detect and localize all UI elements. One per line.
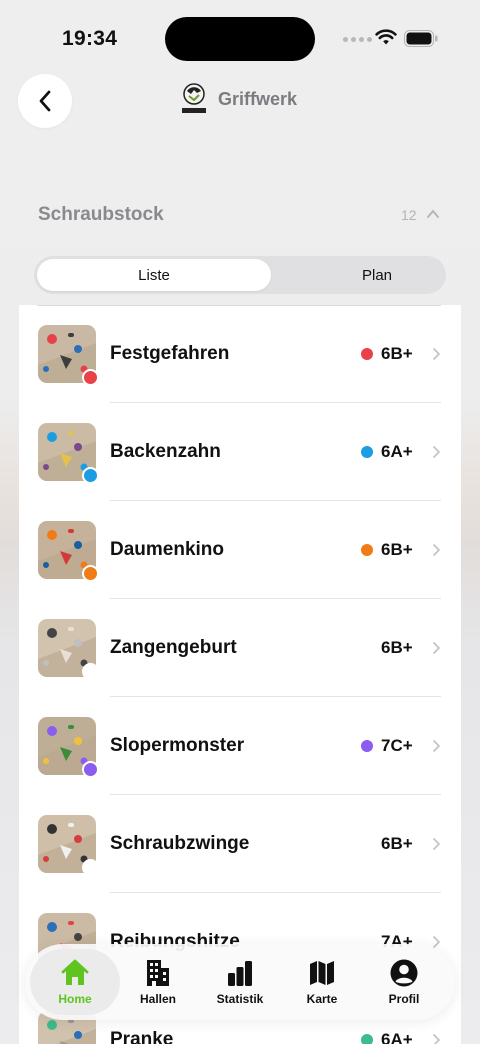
chevron-right-icon	[433, 348, 440, 360]
gym-brand: Griffwerk	[180, 82, 297, 116]
route-grade: 6A+	[381, 442, 413, 461]
tab-label: Profil	[388, 992, 420, 1006]
route-row[interactable]: Festgefahren 6B+	[19, 305, 461, 403]
route-list: Festgefahren 6B+ Backenzahn 6A+ Daumenkino 6B…	[19, 305, 461, 1044]
tab-label: Karte	[306, 992, 338, 1006]
route-grade: 6B+	[381, 834, 413, 853]
route-name: Slopermonster	[110, 735, 245, 756]
route-grade: 6B+	[381, 540, 413, 559]
route-color-badge	[82, 859, 99, 876]
route-name: Festgefahren	[110, 343, 230, 364]
route-name: Backenzahn	[110, 441, 221, 462]
route-row[interactable]: Slopermonster 7C+	[19, 697, 461, 795]
brand-name: Griffwerk	[218, 88, 298, 109]
griffwerk-logo	[182, 83, 206, 113]
dynamic-island	[165, 17, 315, 61]
section-count: 12	[401, 207, 417, 223]
chevron-right-icon	[433, 446, 440, 458]
view-segmented-control: Liste Plan	[34, 256, 446, 294]
chevron-right-icon	[433, 642, 440, 654]
building-icon	[147, 960, 169, 986]
tab-karte[interactable]: Karte	[277, 949, 367, 1015]
route-row[interactable]: Daumenkino 6B+	[19, 501, 461, 599]
status-bar: 19:34	[0, 0, 480, 80]
segment-plan[interactable]: Plan	[274, 259, 480, 291]
route-grade: 6A+	[381, 1030, 413, 1044]
back-button[interactable]	[18, 74, 72, 128]
grade-color-dot	[361, 1034, 373, 1044]
cellular-signal-icon	[343, 37, 372, 42]
route-name: Daumenkino	[110, 539, 225, 560]
grade-color-dot	[361, 740, 373, 752]
battery-icon	[404, 30, 438, 47]
tab-label: Hallen	[139, 992, 176, 1006]
tab-hallen[interactable]: Hallen	[113, 949, 203, 1015]
chevron-right-icon	[433, 544, 440, 556]
route-color-badge	[82, 663, 99, 680]
route-row[interactable]: Backenzahn 6A+	[19, 403, 461, 501]
map-icon	[310, 961, 334, 985]
section-title: Schraubstock	[38, 204, 164, 225]
route-row[interactable]: Schraubzwinge 6B+	[19, 795, 461, 893]
grade-color-dot	[361, 446, 373, 458]
grade-color-dot	[361, 544, 373, 556]
route-name: Schraubzwinge	[110, 833, 250, 854]
route-name: Zangengeburt	[110, 637, 237, 658]
route-color-badge	[82, 761, 99, 778]
wifi-icon	[375, 29, 397, 45]
chevron-right-icon	[433, 740, 440, 752]
segment-list[interactable]: Liste	[37, 259, 271, 291]
chevron-up-icon[interactable]	[426, 208, 440, 220]
house-icon	[61, 959, 89, 985]
route-grade: 6B+	[381, 344, 413, 363]
chevron-left-icon	[39, 90, 51, 112]
route-name: Pranke	[110, 1029, 174, 1044]
person-icon	[390, 959, 418, 987]
tab-label: Home	[58, 992, 92, 1006]
tab-bar: Home Hallen Statistik Karte Profil	[25, 944, 455, 1020]
grade-color-dot	[361, 348, 373, 360]
route-color-badge	[82, 467, 99, 484]
route-color-badge	[82, 369, 99, 386]
tab-profil[interactable]: Profil	[359, 949, 449, 1015]
route-grade: 7C+	[381, 736, 413, 755]
status-time: 19:34	[62, 27, 118, 50]
chevron-right-icon	[433, 838, 440, 850]
chevron-right-icon	[433, 1034, 440, 1044]
tab-label: Statistik	[216, 992, 264, 1006]
route-color-badge	[82, 565, 99, 582]
tab-home[interactable]: Home	[30, 949, 120, 1015]
tab-statistik[interactable]: Statistik	[195, 949, 285, 1015]
bar-chart-icon	[228, 961, 252, 986]
route-grade: 6B+	[381, 638, 413, 657]
route-row[interactable]: Zangengeburt 6B+	[19, 599, 461, 697]
